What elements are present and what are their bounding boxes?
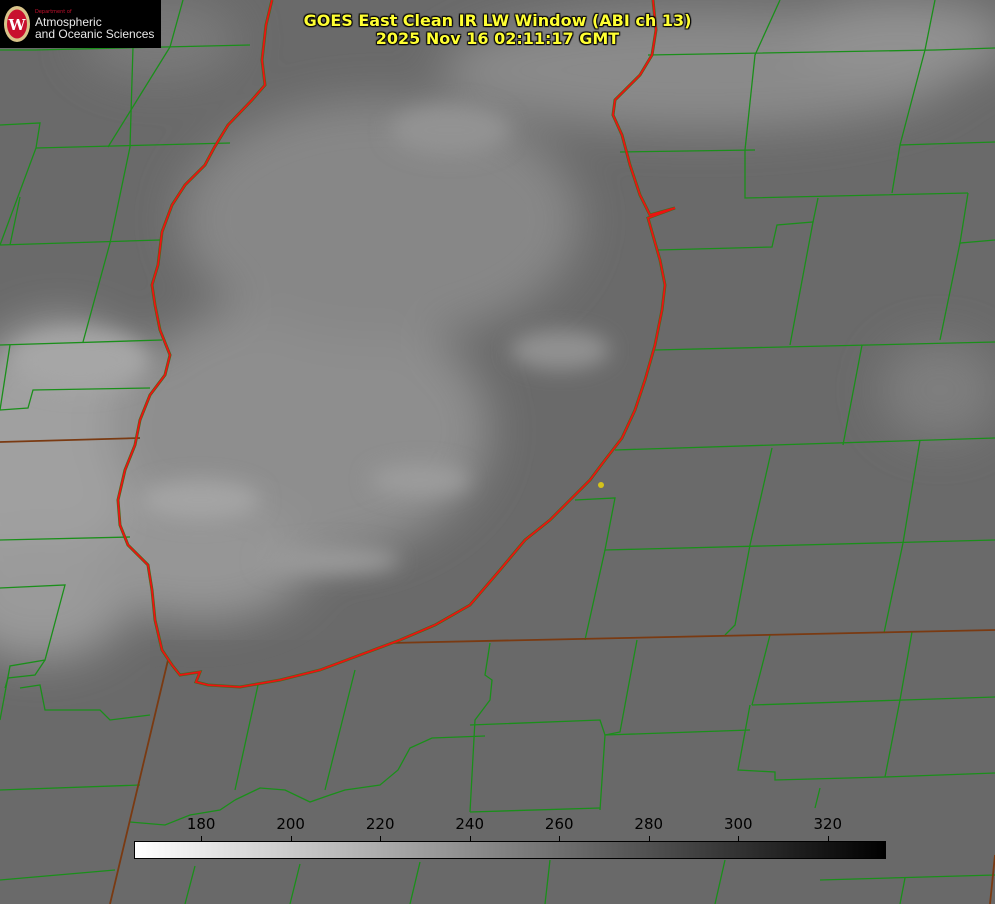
colorbar-tick-label: 320 [813,815,843,833]
colorbar-tick-mark [827,836,829,841]
colorbar [134,841,886,859]
satellite-view: W Department of Atmospheric and Oceanic … [0,0,995,904]
colorbar-tick-label: 220 [365,815,395,833]
colorbar-tick-label: 260 [544,815,574,833]
colorbar-tick-mark [469,836,471,841]
colorbar-tick-label: 300 [723,815,753,833]
svg-text:W: W [8,16,27,34]
logo-line2: and Oceanic Sciences [35,27,155,41]
colorbar-tick-label: 200 [276,815,305,833]
uw-crest-icon: W [4,6,30,42]
colorbar-tick-label: 240 [455,815,485,833]
uw-aos-logo: W Department of Atmospheric and Oceanic … [0,0,161,48]
colorbar-tick-label: 180 [186,815,216,833]
colorbar-tick-mark [290,836,292,841]
colorbar-tick-mark [559,836,561,841]
colorbar-tick-label: 280 [634,815,664,833]
colorbar-tick-mark [201,836,203,841]
colorbar-tick-mark [738,836,740,841]
colorbar-tick-mark [648,836,650,841]
colorbar-tick-mark [380,836,382,841]
ir-satellite-map [0,0,995,904]
image-title: GOES East Clean IR LW Window (ABI ch 13) [303,11,692,30]
location-marker [598,482,604,488]
image-timestamp: 2025 Nov 16 02:11:17 GMT [375,29,620,48]
